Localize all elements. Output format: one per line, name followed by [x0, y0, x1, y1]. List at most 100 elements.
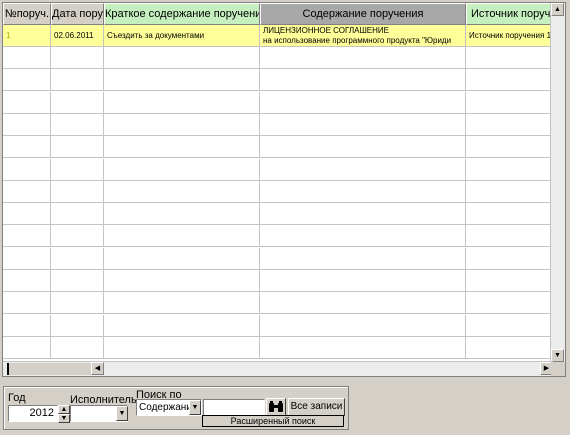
empty-cell — [466, 180, 553, 203]
empty-table-row[interactable] — [3, 180, 553, 203]
empty-cell — [3, 270, 51, 292]
empty-cell — [104, 247, 260, 270]
year-spinner-down-icon[interactable]: ▼ — [58, 414, 70, 423]
empty-table-row[interactable] — [3, 91, 553, 114]
scroll-left-icon[interactable]: ◀ — [91, 362, 104, 375]
scroll-up-icon[interactable]: ▲ — [551, 3, 564, 16]
cell-source: Источник поручения 1 — [466, 25, 553, 47]
empty-cell — [260, 225, 466, 248]
empty-cell — [260, 91, 466, 114]
empty-cell — [466, 292, 553, 315]
empty-cell — [104, 292, 260, 315]
empty-cell — [104, 180, 260, 203]
empty-cell — [466, 47, 553, 69]
table-row[interactable]: 1 02.06.2011 Съездить за документами ЛИЦ… — [3, 25, 553, 47]
empty-cell — [104, 158, 260, 181]
empty-cell — [3, 336, 51, 359]
empty-cell — [104, 270, 260, 292]
binoculars-search-button[interactable] — [266, 398, 286, 416]
empty-cell — [104, 203, 260, 226]
empty-cell — [466, 113, 553, 136]
empty-cell — [260, 69, 466, 92]
empty-cell — [51, 203, 104, 226]
empty-cell — [3, 314, 51, 337]
empty-table-row[interactable] — [3, 158, 553, 181]
empty-cell — [260, 292, 466, 315]
cell-date: 02.06.2011 — [51, 25, 104, 47]
empty-cell — [51, 69, 104, 92]
empty-cell — [260, 247, 466, 270]
orders-grid[interactable]: №поруч. Дата поруч. Краткое содержание п… — [2, 2, 566, 377]
search-by-dropdown-icon[interactable]: ▼ — [189, 400, 201, 415]
cell-content-line2: на использование программного продукта "… — [263, 36, 452, 45]
empty-cell — [51, 136, 104, 159]
column-header-brief[interactable]: Краткое содержание поручения — [104, 3, 260, 25]
empty-table-row[interactable] — [3, 113, 553, 136]
empty-table-row[interactable] — [3, 47, 553, 69]
empty-cell — [466, 270, 553, 292]
empty-table-row[interactable] — [3, 247, 553, 270]
empty-cell — [3, 113, 51, 136]
empty-cell — [260, 113, 466, 136]
empty-cell — [51, 113, 104, 136]
empty-cell — [466, 69, 553, 92]
empty-cell — [3, 136, 51, 159]
empty-cell — [104, 136, 260, 159]
empty-cell — [3, 247, 51, 270]
cell-brief: Съездить за документами — [104, 25, 260, 47]
year-field[interactable]: 2012 — [8, 405, 58, 422]
empty-table-row[interactable] — [3, 136, 553, 159]
empty-cell — [466, 203, 553, 226]
empty-table-row[interactable] — [3, 292, 553, 315]
scroll-corner — [551, 362, 565, 376]
binoculars-icon — [269, 401, 283, 412]
empty-cell — [3, 203, 51, 226]
empty-cell — [466, 314, 553, 337]
advanced-search-button[interactable]: Расширенный поиск — [202, 415, 344, 427]
horizontal-scroll-thumb[interactable] — [7, 363, 95, 375]
empty-cell — [104, 113, 260, 136]
empty-cell — [466, 136, 553, 159]
empty-cell — [51, 180, 104, 203]
empty-cell — [51, 91, 104, 114]
cell-number: 1 — [3, 25, 51, 47]
filter-panel: Год 2012 ▲ ▼ Исполнитель ▼ Поиск по Соде… — [3, 386, 349, 430]
empty-cell — [260, 270, 466, 292]
empty-cell — [260, 203, 466, 226]
empty-cell — [3, 69, 51, 92]
empty-table-row[interactable] — [3, 225, 553, 248]
empty-cell — [3, 180, 51, 203]
empty-cell — [104, 336, 260, 359]
column-header-number[interactable]: №поруч. — [3, 3, 51, 25]
empty-cell — [104, 314, 260, 337]
empty-cell — [3, 292, 51, 315]
empty-cell — [104, 91, 260, 114]
year-spinner-up-icon[interactable]: ▲ — [58, 405, 70, 414]
empty-cell — [51, 292, 104, 315]
empty-table-row[interactable] — [3, 203, 553, 226]
empty-cell — [260, 136, 466, 159]
year-label: Год — [8, 392, 26, 404]
empty-cell — [466, 336, 553, 359]
empty-cell — [51, 247, 104, 270]
all-records-button[interactable]: Все записи — [288, 398, 345, 416]
empty-cell — [51, 47, 104, 69]
column-header-date[interactable]: Дата поруч. — [51, 3, 104, 25]
executor-dropdown-icon[interactable]: ▼ — [116, 406, 128, 421]
empty-cell — [260, 158, 466, 181]
vertical-scrollbar[interactable]: ▲ ▼ — [550, 3, 565, 362]
empty-cell — [104, 225, 260, 248]
empty-cell — [466, 247, 553, 270]
empty-cell — [51, 270, 104, 292]
empty-cell — [51, 158, 104, 181]
empty-table-row[interactable] — [3, 314, 553, 337]
column-header-source[interactable]: Источник поручения — [466, 3, 553, 25]
empty-cell — [104, 47, 260, 69]
horizontal-scrollbar[interactable]: ◀ ▶ — [3, 361, 553, 376]
empty-cell — [3, 225, 51, 248]
empty-table-row[interactable] — [3, 270, 553, 292]
empty-table-row[interactable] — [3, 69, 553, 92]
search-input[interactable] — [203, 399, 265, 416]
column-header-content[interactable]: Содержание поручения — [260, 3, 466, 25]
empty-table-row[interactable] — [3, 336, 553, 359]
